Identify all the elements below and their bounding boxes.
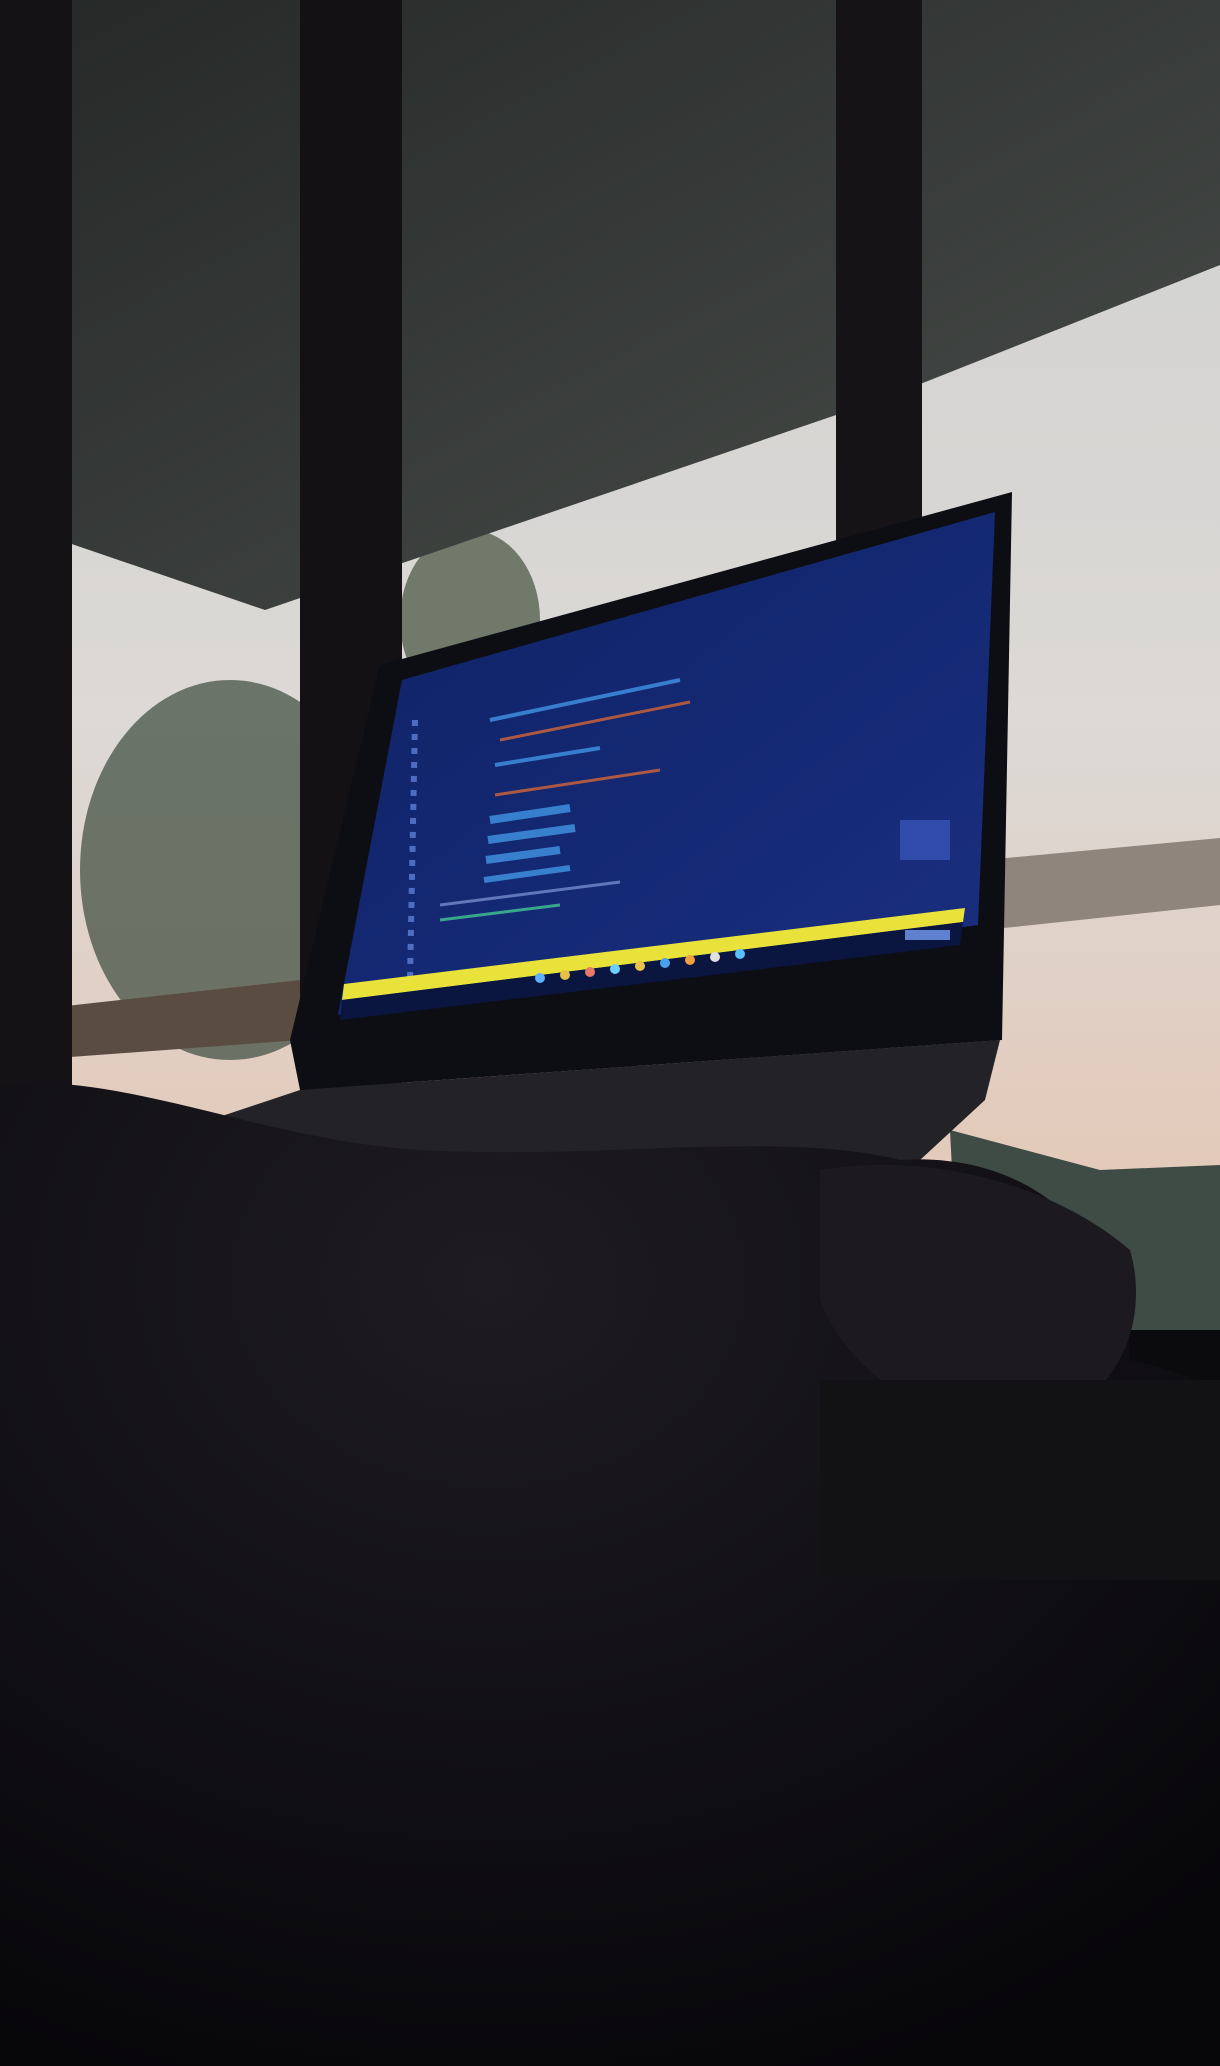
side-panel: [900, 820, 950, 860]
app-icon[interactable]: [735, 949, 745, 959]
system-tray-icons[interactable]: [905, 930, 950, 940]
photo-scene: [0, 0, 1220, 2066]
app-icon[interactable]: [535, 973, 545, 983]
app-icon[interactable]: [710, 952, 720, 962]
scene-svg: [0, 0, 1220, 2066]
app-icon[interactable]: [660, 958, 670, 968]
pillar-right: [836, 0, 922, 540]
app-icon[interactable]: [635, 961, 645, 971]
pillar-left: [0, 0, 72, 1120]
app-icon[interactable]: [610, 964, 620, 974]
app-icon[interactable]: [585, 967, 595, 977]
desk-surface: [820, 1380, 1220, 1580]
app-icon[interactable]: [685, 955, 695, 965]
app-icon[interactable]: [560, 970, 570, 980]
